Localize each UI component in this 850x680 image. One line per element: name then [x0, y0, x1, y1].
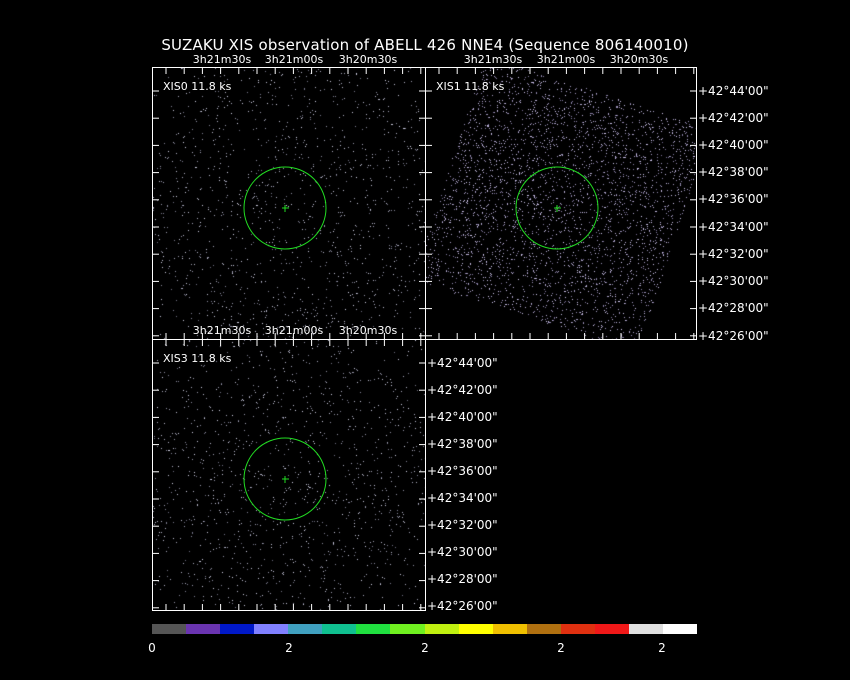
colorbar-segment: [322, 624, 357, 634]
axes-and-regions-overlay: [152, 67, 697, 611]
colorbar-segment: [424, 624, 459, 634]
colorbar-label: 2: [557, 641, 565, 655]
colorbar-segment: [628, 624, 663, 634]
colorbar-segment: [186, 624, 221, 634]
colorbar-segment: [492, 624, 527, 634]
colorbar-segment: [356, 624, 391, 634]
colorbar: [152, 624, 697, 634]
colorbar-segment: [594, 624, 629, 634]
colorbar-segment: [288, 624, 323, 634]
colorbar-segment: [458, 624, 493, 634]
colorbar-label: 2: [658, 641, 666, 655]
colorbar-segment: [662, 624, 697, 634]
colorbar-segment: [526, 624, 561, 634]
colorbar-segment: [390, 624, 425, 634]
colorbar-label: 0: [148, 641, 156, 655]
colorbar-segment: [152, 624, 187, 634]
colorbar-segment: [220, 624, 255, 634]
colorbar-segment: [254, 624, 289, 634]
colorbar-label: 2: [285, 641, 293, 655]
colorbar-segment: [560, 624, 595, 634]
colorbar-label: 2: [421, 641, 429, 655]
